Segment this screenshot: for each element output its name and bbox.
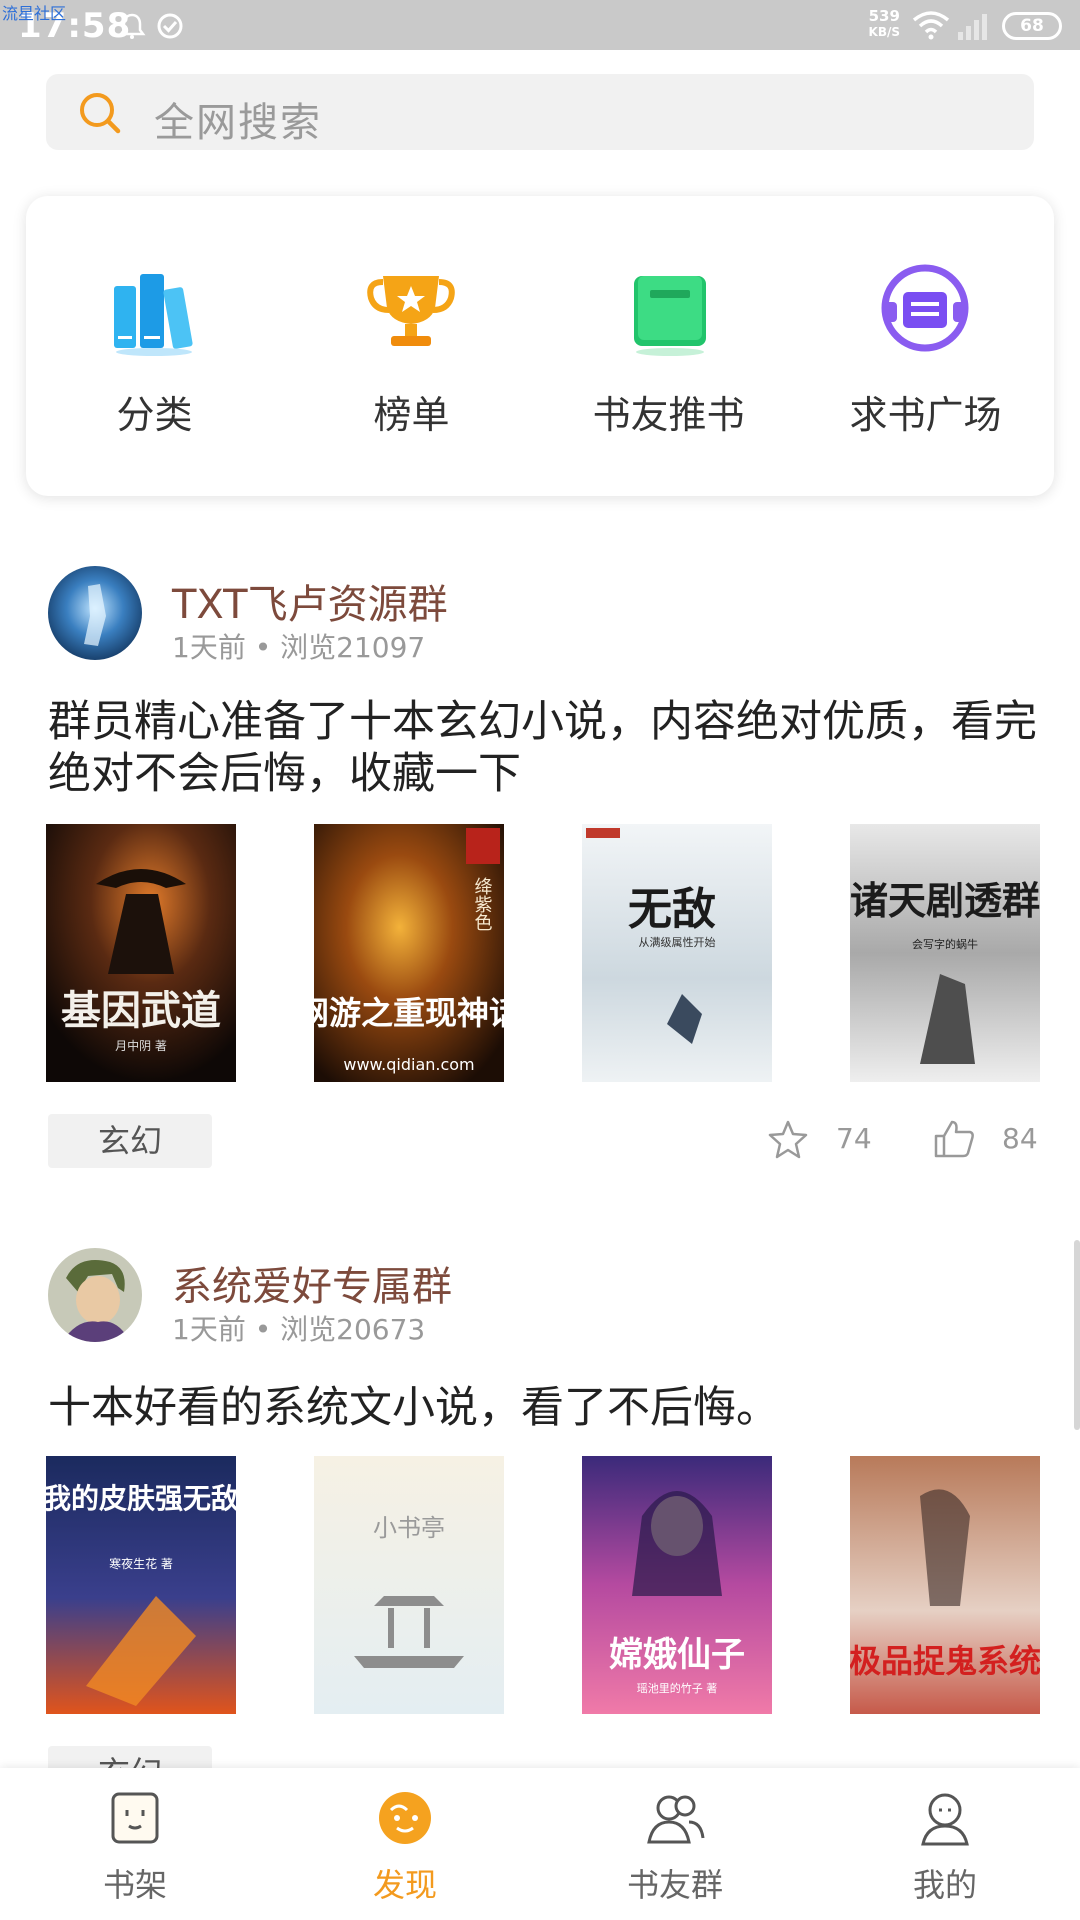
cover-author: 寒夜生花 著: [109, 1556, 173, 1571]
post-text: 群员精心准备了十本玄幻小说，内容绝对优质，看完绝对不会后悔，收藏一下: [48, 697, 1037, 799]
network-speed: 539 KB/S: [869, 8, 900, 40]
book-cover[interactable]: 诸天剧透群 会写字的蜗牛: [850, 824, 1040, 1082]
quick-link-book-recommend[interactable]: 书友推书: [540, 196, 797, 496]
quick-link-book-request[interactable]: 求书广场: [797, 196, 1054, 496]
nav-discover[interactable]: 发现: [270, 1768, 540, 1920]
avatar-image: [48, 566, 142, 660]
quick-link-label: 分类: [116, 393, 193, 437]
scrollbar[interactable]: [1074, 1240, 1080, 1430]
books-icon: [114, 274, 193, 356]
cover-author: 绛紫色: [472, 877, 493, 931]
quick-links-card: 分类 榜单 书友推书 求书广场: [26, 196, 1054, 496]
cover-subtitle: 从满级属性开始: [639, 935, 716, 949]
bottom-navigation: 书架 发现 书友群 我的: [0, 1768, 1080, 1920]
nav-bookshelf[interactable]: 书架: [0, 1768, 270, 1920]
check-circle-icon: [157, 13, 183, 39]
nav-profile[interactable]: 我的: [810, 1768, 1080, 1920]
trophy-icon: [367, 276, 455, 346]
post-group-title[interactable]: 系统爱好专属群: [172, 1254, 452, 1312]
nav-label: 我的: [912, 1866, 977, 1904]
bookshelf-icon: [111, 1792, 159, 1844]
status-bar: 17:58 流星社区 539 KB/S 68: [0, 0, 1080, 50]
discover-icon: [379, 1792, 431, 1844]
cover-art: 无敌 从满级属性开始: [582, 824, 772, 1082]
watermark-text: 流星社区: [2, 4, 67, 23]
cover-art: 嫦娥仙子 瑶池里的竹子 著: [582, 1456, 772, 1714]
notification-bell-icon: [118, 13, 146, 39]
post-group-title[interactable]: TXT飞卢资源群: [172, 572, 448, 630]
cover-title: 基因武道: [61, 987, 221, 1034]
search-icon: [80, 93, 121, 134]
like-count: 84: [1002, 1122, 1038, 1155]
nav-label: 书架: [102, 1866, 167, 1904]
cover-art: 小书亭: [314, 1456, 504, 1714]
cover-title: 网游之重现神话: [314, 994, 504, 1032]
wifi-icon: [912, 11, 950, 40]
headphone-book-icon: [881, 264, 969, 352]
cover-author: 会写字的蜗牛: [912, 937, 978, 951]
cover-author: 月中阴 著: [115, 1038, 167, 1053]
cover-title: 小书亭: [373, 1514, 445, 1542]
search-placeholder: 全网搜索: [154, 100, 322, 146]
search-bar[interactable]: 全网搜索: [46, 74, 1034, 150]
cover-title: 诸天剧透群: [850, 878, 1040, 923]
quick-link-label: 书友推书: [592, 393, 745, 437]
group-icon: [647, 1795, 705, 1844]
network-speed-value: 539: [868, 7, 900, 25]
cover-art: 绛紫色 网游之重现神话 www.qidian.com: [314, 824, 504, 1082]
quick-link-label: 求书广场: [849, 393, 1002, 437]
post-meta: 1天前 • 浏览21097: [172, 631, 426, 664]
cover-art: 我的皮肤强无敌 寒夜生花 著: [46, 1456, 236, 1714]
star-icon[interactable]: [766, 1118, 810, 1162]
post-text: 十本好看的系统文小说，看了不后悔。: [48, 1383, 779, 1433]
book-cover[interactable]: 绛紫色 网游之重现神话 www.qidian.com: [314, 824, 504, 1082]
quick-link-label: 榜单: [373, 393, 450, 437]
book-cover[interactable]: 嫦娥仙子 瑶池里的竹子 著: [582, 1456, 772, 1714]
cover-art: 基因武道 月中阴 著: [46, 824, 236, 1082]
cover-site: www.qidian.com: [343, 1055, 474, 1074]
battery-indicator: 68: [1002, 12, 1062, 40]
cover-title: 无敌: [628, 884, 716, 935]
nav-groups[interactable]: 书友群: [540, 1768, 810, 1920]
cover-title: 我的皮肤强无敌: [46, 1482, 236, 1515]
nav-label: 书友群: [626, 1866, 723, 1904]
network-speed-unit: KB/S: [868, 25, 900, 39]
cover-title: 极品捉鬼系统: [850, 1642, 1040, 1680]
cover-author: 瑶池里的竹子 著: [637, 1681, 718, 1695]
avatar-image: [48, 1248, 142, 1342]
cover-title: 嫦娥仙子: [609, 1635, 745, 1675]
book-cover[interactable]: 我的皮肤强无敌 寒夜生花 著: [46, 1456, 236, 1714]
book-cover[interactable]: 无敌 从满级属性开始: [582, 824, 772, 1082]
book-cover[interactable]: 小书亭: [314, 1456, 504, 1714]
cover-art: 诸天剧透群 会写字的蜗牛: [850, 824, 1040, 1082]
cover-art: 极品捉鬼系统: [850, 1456, 1040, 1714]
post-meta: 1天前 • 浏览20673: [172, 1313, 426, 1346]
nav-label: 发现: [372, 1866, 437, 1904]
book-cover[interactable]: 极品捉鬼系统: [850, 1456, 1040, 1714]
book-icon: [634, 276, 706, 356]
quick-link-category[interactable]: 分类: [26, 196, 283, 496]
favorite-count: 74: [836, 1122, 872, 1155]
avatar[interactable]: [48, 566, 142, 660]
book-cover[interactable]: 基因武道 月中阴 著: [46, 824, 236, 1082]
category-tag[interactable]: 玄幻: [48, 1114, 212, 1168]
avatar[interactable]: [48, 1248, 142, 1342]
profile-icon: [921, 1793, 969, 1846]
quick-link-ranking[interactable]: 榜单: [283, 196, 540, 496]
signal-icon: [958, 14, 987, 40]
thumbs-up-icon[interactable]: [932, 1116, 976, 1160]
